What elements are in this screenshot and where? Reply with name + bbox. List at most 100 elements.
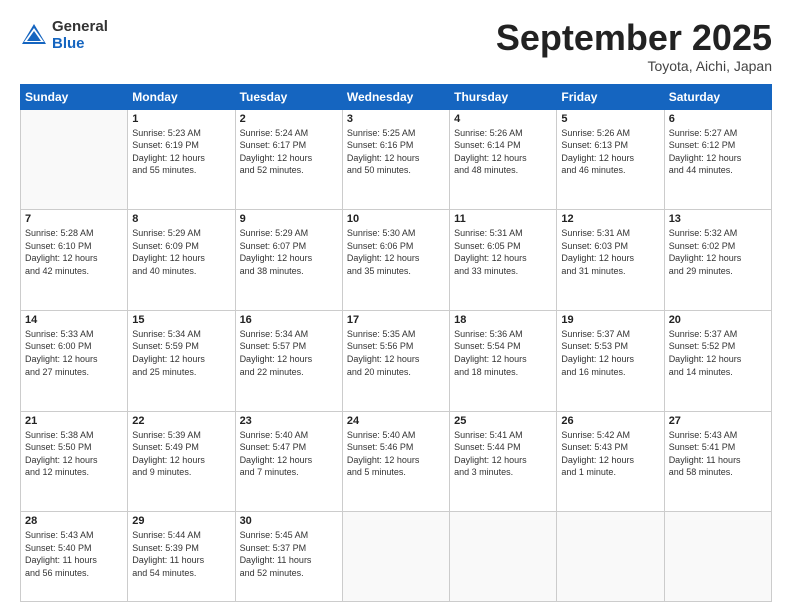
calendar-cell: 4Sunrise: 5:26 AM Sunset: 6:14 PM Daylig… [450,109,557,210]
day-info: Sunrise: 5:25 AM Sunset: 6:16 PM Dayligh… [347,127,445,177]
day-number: 5 [561,113,659,125]
calendar-cell: 7 Sunrise: 5:28 AM Sunset: 6:10 PM Daylig… [21,210,128,311]
day-number: 11 [454,213,552,225]
day-info: Sunrise: 5:34 AM Sunset: 5:59 PM Dayligh… [132,328,230,378]
day-info: Sunrise: 5:35 AM Sunset: 5:56 PM Dayligh… [347,328,445,378]
day-info: Sunrise: 5:30 AM Sunset: 6:06 PM Dayligh… [347,227,445,277]
day-info: Sunrise: 5:27 AM Sunset: 6:12 PM Dayligh… [669,127,767,177]
day-info: Sunrise: 5:31 AM Sunset: 6:05 PM Dayligh… [454,227,552,277]
day-info: Sunrise: 5:41 AM Sunset: 5:44 PM Dayligh… [454,429,552,479]
calendar-week-row: 14 Sunrise: 5:33 AM Sunset: 6:00 PM Dayli… [21,310,772,411]
calendar-cell: 3 Sunrise: 5:25 AM Sunset: 6:16 PM Daylig… [342,109,449,210]
day-number: 13 [669,213,767,225]
day-number: 7 [25,213,123,225]
calendar-cell: 26 Sunrise: 5:42 AM Sunset: 5:43 PM Dayli… [557,411,664,512]
calendar-cell: 8 Sunrise: 5:29 AM Sunset: 6:09 PM Daylig… [128,210,235,311]
day-info: Sunrise: 5:37 AM Sunset: 5:52 PM Dayligh… [669,328,767,378]
day-number: 20 [669,314,767,326]
day-info: Sunrise: 5:23 AM Sunset: 6:19 PM Dayligh… [132,127,230,177]
day-info: Sunrise: 5:26 AM Sunset: 6:13 PM Dayligh… [561,127,659,177]
calendar-cell: 13Sunrise: 5:32 AM Sunset: 6:02 PM Dayli… [664,210,771,311]
calendar-cell: 9 Sunrise: 5:29 AM Sunset: 6:07 PM Daylig… [235,210,342,311]
day-number: 6 [669,113,767,125]
day-number: 3 [347,113,445,125]
calendar-day-header: Sunday [21,84,128,109]
calendar-week-row: 21 Sunrise: 5:38 AM Sunset: 5:50 PM Dayli… [21,411,772,512]
day-number: 24 [347,415,445,427]
day-number: 21 [25,415,123,427]
calendar-cell: 18Sunrise: 5:36 AM Sunset: 5:54 PM Dayli… [450,310,557,411]
day-number: 26 [561,415,659,427]
day-info: Sunrise: 5:28 AM Sunset: 6:10 PM Dayligh… [25,227,123,277]
day-number: 4 [454,113,552,125]
day-number: 8 [132,213,230,225]
day-number: 9 [240,213,338,225]
day-info: Sunrise: 5:29 AM Sunset: 6:09 PM Dayligh… [132,227,230,277]
day-number: 17 [347,314,445,326]
day-number: 25 [454,415,552,427]
day-info: Sunrise: 5:39 AM Sunset: 5:49 PM Dayligh… [132,429,230,479]
calendar-day-header: Saturday [664,84,771,109]
page: General Blue September 2025 Toyota, Aich… [0,0,792,612]
day-info: Sunrise: 5:43 AM Sunset: 5:40 PM Dayligh… [25,529,123,579]
day-info: Sunrise: 5:42 AM Sunset: 5:43 PM Dayligh… [561,429,659,479]
day-number: 19 [561,314,659,326]
day-number: 15 [132,314,230,326]
day-number: 18 [454,314,552,326]
calendar-cell: 6 Sunrise: 5:27 AM Sunset: 6:12 PM Daylig… [664,109,771,210]
logo-icon [20,22,48,50]
calendar-cell: 10 Sunrise: 5:30 AM Sunset: 6:06 PM Dayli… [342,210,449,311]
day-info: Sunrise: 5:34 AM Sunset: 5:57 PM Dayligh… [240,328,338,378]
calendar-cell: 29 Sunrise: 5:44 AM Sunset: 5:39 PM Dayli… [128,512,235,602]
calendar-cell: 2 Sunrise: 5:24 AM Sunset: 6:17 PM Daylig… [235,109,342,210]
day-number: 2 [240,113,338,125]
day-number: 10 [347,213,445,225]
day-info: Sunrise: 5:44 AM Sunset: 5:39 PM Dayligh… [132,529,230,579]
calendar-day-header: Tuesday [235,84,342,109]
logo-blue: Blue [52,35,85,52]
day-number: 23 [240,415,338,427]
day-info: Sunrise: 5:37 AM Sunset: 5:53 PM Dayligh… [561,328,659,378]
calendar-cell: 30 Sunrise: 5:45 AM Sunset: 5:37 PM Dayli… [235,512,342,602]
calendar-cell: 27Sunrise: 5:43 AM Sunset: 5:41 PM Dayli… [664,411,771,512]
location: Toyota, Aichi, Japan [496,58,772,74]
day-info: Sunrise: 5:33 AM Sunset: 6:00 PM Dayligh… [25,328,123,378]
day-info: Sunrise: 5:45 AM Sunset: 5:37 PM Dayligh… [240,529,338,579]
day-number: 29 [132,515,230,527]
day-info: Sunrise: 5:24 AM Sunset: 6:17 PM Dayligh… [240,127,338,177]
logo-text: General Blue [52,18,108,53]
calendar-day-header: Thursday [450,84,557,109]
month-title: September 2025 [496,18,772,58]
calendar-cell: 21 Sunrise: 5:38 AM Sunset: 5:50 PM Dayli… [21,411,128,512]
calendar-cell [21,109,128,210]
header: General Blue September 2025 Toyota, Aich… [20,18,772,74]
calendar-cell: 11 Sunrise: 5:31 AM Sunset: 6:05 PM Dayli… [450,210,557,311]
day-info: Sunrise: 5:43 AM Sunset: 5:41 PM Dayligh… [669,429,767,479]
day-number: 22 [132,415,230,427]
calendar-cell: 5 Sunrise: 5:26 AM Sunset: 6:13 PM Daylig… [557,109,664,210]
calendar-cell: 19 Sunrise: 5:37 AM Sunset: 5:53 PM Dayli… [557,310,664,411]
calendar-body: 1 Sunrise: 5:23 AM Sunset: 6:19 PM Daylig… [21,109,772,601]
calendar-week-row: 28Sunrise: 5:43 AM Sunset: 5:40 PM Dayli… [21,512,772,602]
calendar-cell: 22 Sunrise: 5:39 AM Sunset: 5:49 PM Dayli… [128,411,235,512]
logo: General Blue [20,18,108,53]
calendar-cell: 16 Sunrise: 5:34 AM Sunset: 5:57 PM Dayli… [235,310,342,411]
calendar-cell [450,512,557,602]
day-number: 1 [132,113,230,125]
title-block: September 2025 Toyota, Aichi, Japan [496,18,772,74]
calendar-cell [664,512,771,602]
calendar-table: SundayMondayTuesdayWednesdayThursdayFrid… [20,84,772,602]
day-number: 16 [240,314,338,326]
calendar-day-header: Monday [128,84,235,109]
calendar-week-row: 1 Sunrise: 5:23 AM Sunset: 6:19 PM Daylig… [21,109,772,210]
calendar-cell [342,512,449,602]
calendar-cell: 24Sunrise: 5:40 AM Sunset: 5:46 PM Dayli… [342,411,449,512]
calendar-day-header: Friday [557,84,664,109]
calendar-day-header: Wednesday [342,84,449,109]
day-info: Sunrise: 5:38 AM Sunset: 5:50 PM Dayligh… [25,429,123,479]
day-number: 30 [240,515,338,527]
day-info: Sunrise: 5:29 AM Sunset: 6:07 PM Dayligh… [240,227,338,277]
day-number: 14 [25,314,123,326]
calendar-cell: 15 Sunrise: 5:34 AM Sunset: 5:59 PM Dayli… [128,310,235,411]
calendar-header-row: SundayMondayTuesdayWednesdayThursdayFrid… [21,84,772,109]
